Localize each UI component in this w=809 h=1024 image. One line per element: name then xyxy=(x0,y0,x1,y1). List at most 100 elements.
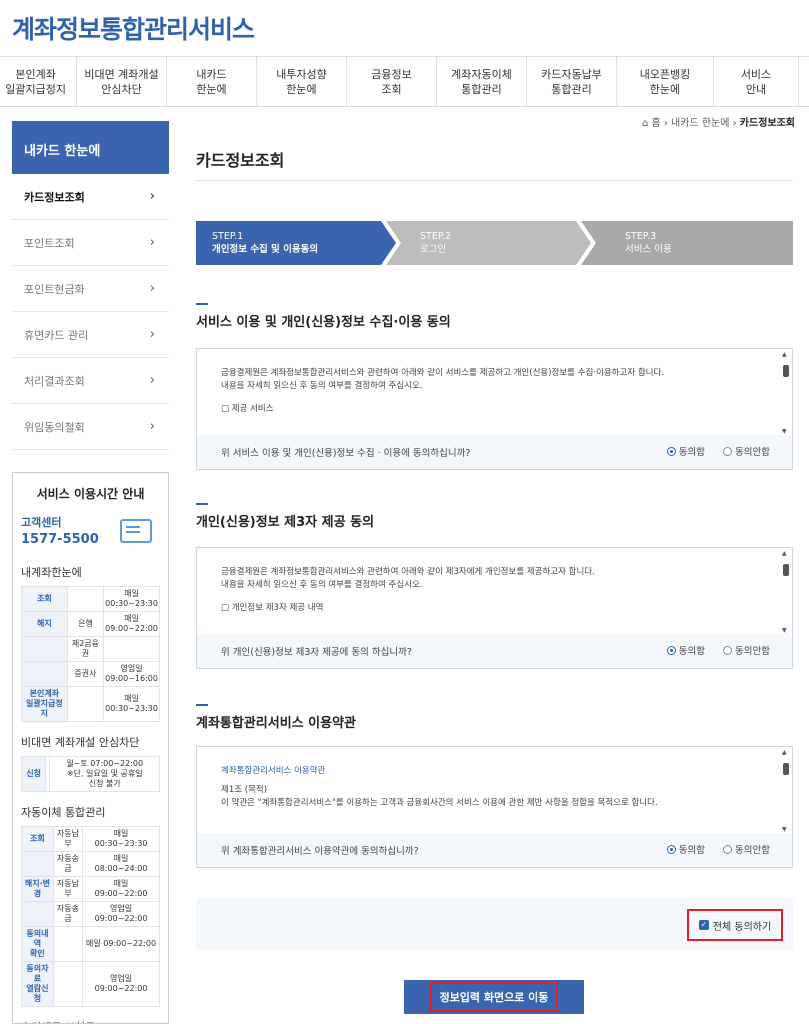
step-2-num: STEP.2 xyxy=(420,231,452,242)
agree-row: 위 계좌통합관리서비스 이용약관에 동의하십니까? 동의함 동의안함 xyxy=(197,833,792,867)
breadcrumb-level1[interactable]: 내카드 한눈에 xyxy=(671,118,729,129)
table-cell xyxy=(21,636,68,662)
step-1-label: 개인정보 수집 및 이용동의 xyxy=(212,244,319,255)
terms-line: 내용을 자세히 읽으신 후 동의 여부를 결정하여 주십시오. xyxy=(221,580,423,590)
disagree-radio[interactable]: 동의안함 xyxy=(723,643,770,657)
table-cell: 자동송금 xyxy=(52,901,84,927)
table-cell: 영업일 09:00~22:00 xyxy=(82,961,160,1007)
chevron-right-icon: › xyxy=(149,189,155,204)
section-title: 개인(신용)정보 제3자 제공 동의 xyxy=(196,515,375,530)
terms-line: 제1조 (목적) xyxy=(221,785,268,795)
step-3-label: 서비스 이용 xyxy=(625,244,672,255)
terms-box[interactable]: 계좌통합관리서비스 이용약관제1조 (목적) 이 약관은 "계좌통합관리서비스"를… xyxy=(196,746,793,868)
step-1: STEP.1 개인정보 수집 및 이용동의 xyxy=(196,221,396,265)
submit-label: 정보입력 화면으로 이동 xyxy=(429,982,559,1012)
sidebar-item-3[interactable]: 휴면카드 관리 › xyxy=(12,312,169,358)
site-logo[interactable]: 계좌정보통합관리서비스 xyxy=(12,10,255,46)
disagree-radio[interactable]: 동의안함 xyxy=(723,444,770,458)
sidebar-item-1[interactable]: 포인트조회 › xyxy=(12,220,169,266)
disagree-radio[interactable]: 동의안함 xyxy=(723,842,770,856)
sidebar-item-label: 휴면카드 관리 xyxy=(24,328,89,342)
radio-empty-icon xyxy=(723,645,733,655)
terms-line: 금융결제원은 계좌정보통합관리서비스와 관련하여 아래와 같이 제3자에게 개인… xyxy=(221,567,595,577)
scroll-up-icon[interactable]: ▲ xyxy=(782,749,787,756)
sidebar-title: 내카드 한눈에 xyxy=(12,121,169,174)
gnb-item-2[interactable]: 내카드 한눈에 xyxy=(167,57,257,107)
table-cell xyxy=(21,661,68,687)
table-cell: 해지·변경 xyxy=(21,876,54,902)
gnb-item-5[interactable]: 계좌자동이체 통합관리 xyxy=(437,57,527,107)
terms-content: 계좌통합관리서비스 이용약관제1조 (목적) 이 약관은 "계좌통합관리서비스"를… xyxy=(197,747,780,810)
scroll-down-icon[interactable]: ▼ xyxy=(782,826,787,833)
gnb-item-0[interactable]: 본인계좌 일괄지급정지 xyxy=(0,57,77,107)
service-hours-title: 서비스 이용시간 안내 xyxy=(36,487,145,501)
radio-empty-icon xyxy=(723,446,733,456)
gnb-item-1[interactable]: 비대면 계좌개설 안심차단 xyxy=(77,57,167,107)
service-hours-box: 서비스 이용시간 안내 고객센터 1577-5500 내계좌한눈에 조회 매일 00… xyxy=(12,472,169,1024)
radio-selected-icon xyxy=(666,844,676,854)
breadcrumb-home[interactable]: 홈 xyxy=(651,118,660,129)
terms-box[interactable]: 금융결제원은 계좌정보통합관리서비스와 관련하여 아래와 같이 제3자에게 개인… xyxy=(196,547,793,669)
title-divider xyxy=(196,180,793,181)
scroll-up-icon[interactable]: ▲ xyxy=(782,550,787,557)
terms-line: 계좌통합관리서비스 이용약관 xyxy=(221,766,326,776)
radio-selected-icon xyxy=(666,446,676,456)
gnb-item-4[interactable]: 금융정보 조회 xyxy=(347,57,437,107)
submit-button[interactable]: 정보입력 화면으로 이동 xyxy=(404,980,584,1014)
home-icon[interactable]: ⌂ xyxy=(642,118,648,129)
disagree-label: 동의안함 xyxy=(735,845,770,856)
section-mark xyxy=(196,704,208,706)
table-cell xyxy=(103,636,160,662)
gnb-item-6[interactable]: 카드자동납부 통합관리 xyxy=(527,57,617,107)
terms-box[interactable]: 금융결제원은 계좌정보통합관리서비스와 관련하여 아래와 같이 서비스를 제공하… xyxy=(196,348,793,470)
scrollbar[interactable]: ▲ ▼ xyxy=(782,550,790,634)
scrollbar[interactable]: ▲ ▼ xyxy=(782,749,790,833)
all-agree-checkbox[interactable]: ✓ 전체 동의하기 xyxy=(687,909,783,941)
all-agree-bar: ✓ 전체 동의하기 xyxy=(196,898,793,950)
sidebar-item-label: 포인트현금화 xyxy=(24,282,85,296)
section-mark xyxy=(196,303,208,305)
sidebar-item-label: 포인트조회 xyxy=(24,236,75,250)
terms-line: 이 약관은 "계좌통합관리서비스"를 이용하는 고객과 금융회사간의 서비스 이… xyxy=(221,798,658,808)
table-cell: 매일 09:00~22:00 xyxy=(103,611,160,637)
agree-radio[interactable]: 동의함 xyxy=(666,444,705,458)
terms-line: 금융결제원은 계좌정보통합관리서비스와 관련하여 아래와 같이 서비스를 제공하… xyxy=(221,368,664,378)
chevron-right-icon: › xyxy=(149,327,155,342)
scrollbar[interactable]: ▲ ▼ xyxy=(782,351,790,435)
sidebar-item-5[interactable]: 위임동의철회 › xyxy=(12,404,169,450)
chevron-right-icon: › xyxy=(149,281,155,296)
sidebar-item-2[interactable]: 포인트현금화 › xyxy=(12,266,169,312)
agree-radio[interactable]: 동의함 xyxy=(666,643,705,657)
table-cell: 자동납부 xyxy=(52,876,84,902)
agree-question: 위 개인(신용)정보 제3자 제공에 동의 하십니까? xyxy=(221,647,412,658)
table-cell: 동의내역 확인 xyxy=(21,926,54,962)
gnb-item-7[interactable]: 내오픈뱅킹 한눈에 xyxy=(617,57,714,107)
gnb-item-8[interactable]: 서비스 안내 xyxy=(714,57,799,107)
service-hours-table: 조회 자동납부 매일 00:30~23:30 자동송금 매일 08:00~24:00 해지… xyxy=(21,826,160,1007)
agree-label: 동의함 xyxy=(678,845,706,856)
table-cell: 자동납부 xyxy=(52,826,84,852)
scroll-up-icon[interactable]: ▲ xyxy=(782,351,787,358)
scroll-down-icon[interactable]: ▼ xyxy=(782,428,787,435)
disagree-label: 동의안함 xyxy=(735,646,770,657)
table-cell: 매일 00:30~23:30 xyxy=(103,686,160,722)
agree-radio[interactable]: 동의함 xyxy=(666,842,706,856)
page-title: 카드정보조회 xyxy=(196,151,285,170)
table-cell: 영업일 09:00~16:00 xyxy=(103,661,160,687)
sidebar-item-label: 위임동의철회 xyxy=(24,420,85,434)
step-2-label: 로그인 xyxy=(420,244,447,255)
table-cell: 본인계좌 일괄지급정지 xyxy=(21,686,68,722)
sidebar-item-4[interactable]: 처리결과조회 › xyxy=(12,358,169,404)
table-cell: 증권사 xyxy=(66,661,105,687)
sidebar-item-0[interactable]: 카드정보조회 › xyxy=(12,174,169,220)
section-title: 서비스 이용 및 개인(신용)정보 수집·이용 동의 xyxy=(196,315,451,330)
scroll-down-icon[interactable]: ▼ xyxy=(782,627,787,634)
table-cell: 제2금융권 xyxy=(66,636,105,662)
step-3-num: STEP.3 xyxy=(625,231,657,242)
section-mark xyxy=(196,503,208,505)
customer-center: 고객센터 1577-5500 xyxy=(21,514,160,552)
table-cell: 조회 xyxy=(21,826,54,852)
chevron-right-icon: › xyxy=(149,235,155,250)
service-group-title: 휴면예금·보험금 xyxy=(21,1019,160,1023)
gnb-item-3[interactable]: 내투자성향 한눈에 xyxy=(257,57,347,107)
